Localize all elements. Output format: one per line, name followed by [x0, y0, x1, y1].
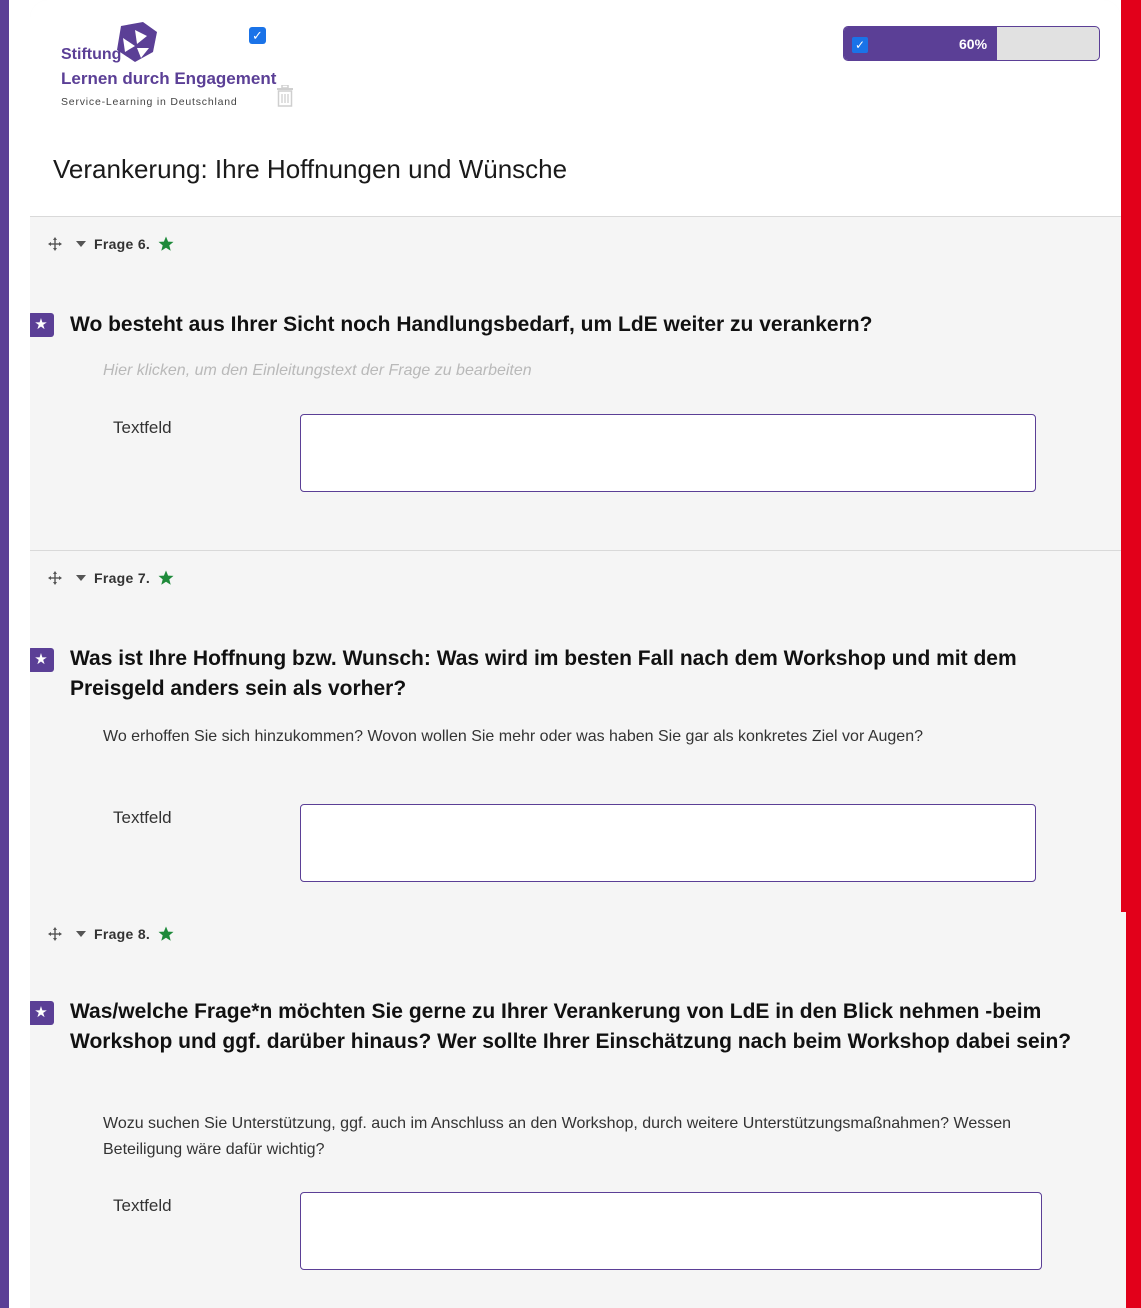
survey-panel: Stiftung Lernen durch Engagement Service…: [30, 0, 1121, 1308]
panel-extension: [1121, 912, 1126, 1308]
text-field-input[interactable]: [300, 804, 1036, 882]
right-accent-bar-lower: [1126, 912, 1141, 1308]
survey-header: Stiftung Lernen durch Engagement Service…: [30, 0, 1121, 217]
logo-text-line3: Service-Learning in Deutschland: [61, 96, 238, 108]
question-intro[interactable]: Wozu suchen Sie Unterstützung, ggf. auch…: [103, 1111, 1063, 1163]
star-icon: ★: [34, 1004, 48, 1021]
question-star-badge[interactable]: ★: [30, 1001, 54, 1025]
question-header: Frage 6.: [48, 234, 174, 254]
logo-checkbox[interactable]: ✓: [249, 27, 266, 44]
logo-text-line1: Stiftung: [61, 46, 122, 63]
move-icon[interactable]: [48, 571, 62, 585]
question-header: Frage 7.: [48, 568, 174, 588]
question-divider: [30, 550, 1121, 551]
question-intro-placeholder[interactable]: Hier klicken, um den Einleitungstext der…: [103, 358, 1063, 384]
star-icon: ★: [34, 316, 48, 333]
page-title: Verankerung: Ihre Hoffnungen und Wünsche: [53, 154, 568, 184]
star-icon[interactable]: [158, 570, 174, 586]
caret-down-icon[interactable]: [76, 240, 86, 248]
left-accent-bar: [0, 0, 9, 1308]
question-title[interactable]: Was/welche Frage*n möchten Sie gerne zu …: [70, 997, 1080, 1057]
caret-down-icon[interactable]: [76, 930, 86, 938]
question-title[interactable]: Was ist Ihre Hoffnung bzw. Wunsch: Was w…: [70, 644, 1080, 704]
question-star-badge[interactable]: ★: [30, 648, 54, 672]
star-icon: ★: [34, 651, 48, 668]
trash-icon[interactable]: [276, 85, 294, 107]
logo-text-line2: Lernen durch Engagement: [61, 69, 277, 88]
question-header: Frage 8.: [48, 924, 174, 944]
field-label: Textfeld: [113, 808, 172, 827]
star-icon[interactable]: [158, 926, 174, 942]
move-icon[interactable]: [48, 237, 62, 251]
progress-bar: ✓ 60%: [843, 26, 1100, 61]
caret-down-icon[interactable]: [76, 574, 86, 582]
question-star-badge[interactable]: ★: [30, 313, 54, 337]
checkbox-icon[interactable]: ✓: [852, 37, 868, 53]
right-accent-bar: [1121, 0, 1141, 912]
question-number: Frage 6.: [94, 236, 151, 252]
question-intro[interactable]: Wo erhoffen Sie sich hinzukommen? Wovon …: [103, 724, 1063, 750]
star-icon[interactable]: [158, 236, 174, 252]
text-field-input[interactable]: [300, 414, 1036, 492]
progress-label: 60%: [959, 36, 988, 52]
field-label: Textfeld: [113, 1196, 172, 1215]
question-title[interactable]: Wo besteht aus Ihrer Sicht noch Handlung…: [70, 310, 1080, 340]
question-number: Frage 7.: [94, 570, 151, 586]
checkbox-icon: ✓: [252, 28, 263, 43]
question-number: Frage 8.: [94, 926, 151, 942]
move-icon[interactable]: [48, 927, 62, 941]
text-field-input[interactable]: [300, 1192, 1042, 1270]
field-label: Textfeld: [113, 418, 172, 437]
